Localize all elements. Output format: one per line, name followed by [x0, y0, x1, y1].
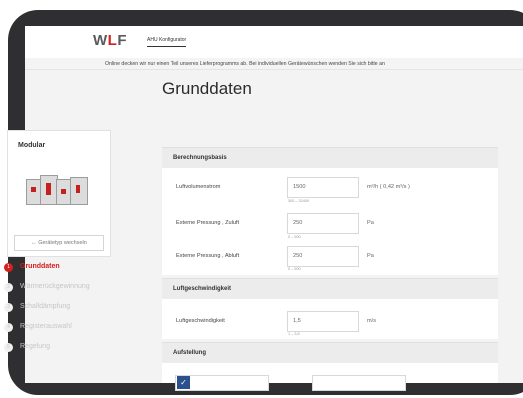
abluft-pressung-input[interactable]: 250	[287, 246, 359, 267]
field-value: 250	[293, 253, 303, 259]
step-label: Schalldämpfung	[20, 303, 71, 310]
field-value: 1500	[293, 184, 306, 190]
berechnungsbasis-panel: Luftvolumenstrom 1500 300 – 32400 m³/h (…	[162, 168, 498, 275]
step-item-regelung[interactable]: 5 Regelung	[0, 338, 120, 358]
field-label: Externe Pressung , Zuluft	[176, 220, 240, 226]
device-type-card: Modular ← Gerätetyp wechseln	[7, 130, 111, 257]
page-title: Grunddaten	[162, 79, 252, 98]
notice-text: Online decken wir nur einen Teil unseres…	[105, 61, 385, 67]
field-range-hint: 300 – 32400	[288, 199, 310, 203]
section-title: Aufstellung	[173, 350, 206, 356]
step-number: 5	[4, 343, 13, 352]
step-number: 2	[4, 283, 13, 292]
field-unit: m³/h ( 0,42 m³/s )	[367, 184, 410, 190]
aufstellung-option-box[interactable]	[312, 375, 406, 391]
step-item-registerauswahl[interactable]: 4 Registerauswahl	[0, 318, 120, 338]
aufstellung-checkbox[interactable]: ✓	[177, 376, 190, 389]
field-unit: m/s	[367, 318, 377, 324]
step-item-grunddaten[interactable]: 1 Grunddaten	[0, 258, 120, 278]
luftgeschwindigkeit-input[interactable]: 1,5	[287, 311, 359, 332]
luftgeschwindigkeit-panel: Luftgeschwindigkeit 1,5 1 – 3,5 m/s	[162, 299, 498, 339]
logo-mark: L	[107, 32, 118, 49]
field-value: 1,5	[293, 318, 301, 324]
step-number: 4	[4, 323, 13, 332]
step-number: 1	[4, 263, 13, 272]
step-number: 3	[4, 303, 13, 312]
device-type-title: Modular	[18, 142, 46, 149]
step-nav: 1 Grunddaten 2 Wärmerückgewinnung 3 Scha…	[0, 258, 120, 358]
step-label: Grunddaten	[20, 263, 60, 270]
field-unit: Pa	[367, 253, 374, 259]
zuluft-pressung-input[interactable]: 250	[287, 213, 359, 234]
volumenstrom-input[interactable]: 1500	[287, 177, 359, 198]
aufstellung-panel	[162, 363, 498, 391]
wolf-logo[interactable]: WLF	[93, 32, 127, 49]
field-range-hint: 0 – 500	[288, 267, 301, 271]
section-title: Luftgeschwindigkeit	[173, 286, 232, 292]
field-label: Luftvolumenstrom	[176, 184, 221, 190]
field-range-hint: 0 – 500	[288, 235, 301, 239]
section-aufstellung: Aufstellung	[162, 342, 498, 363]
step-label: Registerauswahl	[20, 323, 72, 330]
field-label: Luftgeschwindigkeit	[176, 318, 225, 324]
field-label: Externe Pressung , Abluft	[176, 253, 240, 259]
step-label: Regelung	[20, 343, 50, 350]
field-range-hint: 1 – 3,5	[288, 332, 300, 336]
section-title: Berechnungsbasis	[173, 155, 227, 161]
step-label: Wärmerückgewinnung	[20, 283, 90, 290]
field-unit: Pa	[367, 220, 374, 226]
field-value: 250	[293, 220, 303, 226]
step-item-waermerueckgewinnung[interactable]: 2 Wärmerückgewinnung	[0, 278, 120, 298]
section-luftgeschwindigkeit: Luftgeschwindigkeit	[162, 278, 498, 299]
section-berechnungsbasis: Berechnungsbasis	[162, 147, 498, 168]
tab-ahu-konfigurator[interactable]: AHU Konfigurator	[147, 37, 187, 47]
top-header: WLF AHU Konfigurator	[25, 26, 523, 58]
notice-bar: Online decken wir nur einen Teil unseres…	[25, 58, 523, 70]
change-device-type-button[interactable]: ← Gerätetyp wechseln	[14, 235, 104, 251]
ahu-unit-image	[26, 175, 88, 207]
step-item-schalldaempfung[interactable]: 3 Schalldämpfung	[0, 298, 120, 318]
